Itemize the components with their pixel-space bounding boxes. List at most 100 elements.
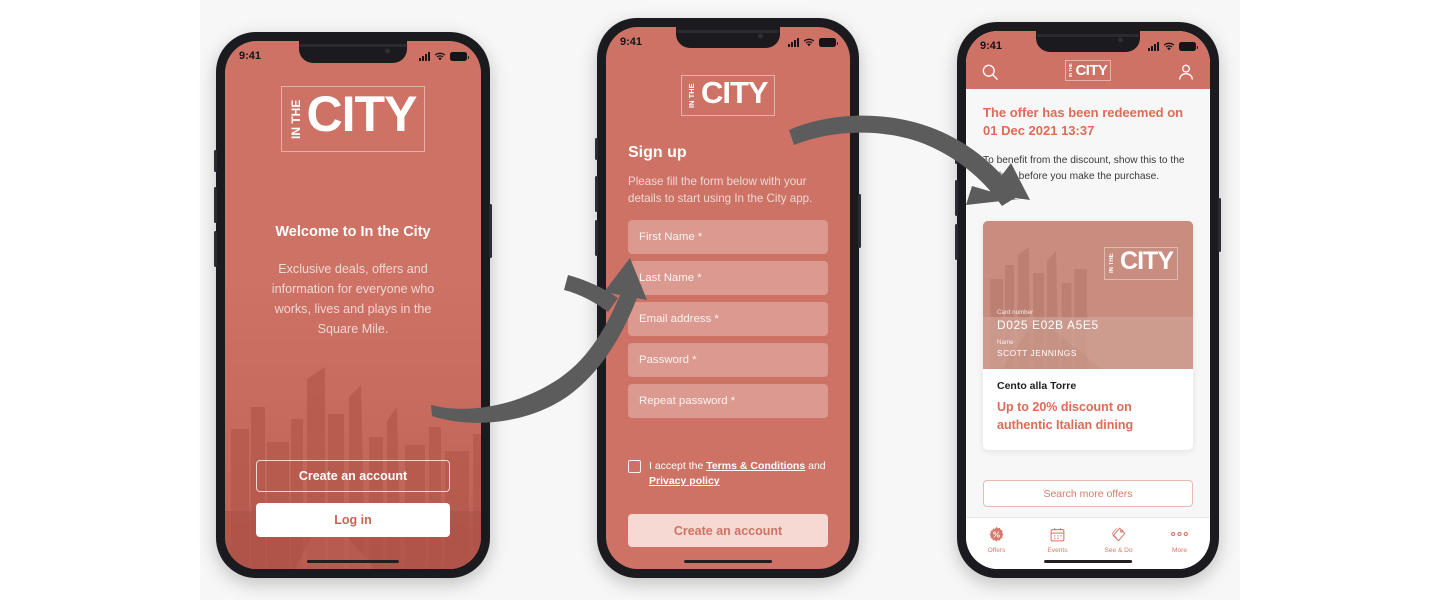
tab-events-label: Events <box>1047 547 1068 554</box>
redeemed-headline: The offer has been redeemed on 01 Dec 20… <box>983 105 1184 139</box>
search-more-offers-button[interactable]: Search more offers <box>983 480 1193 507</box>
power-button <box>858 194 861 248</box>
wifi-icon <box>1163 42 1175 50</box>
header-logo: IN THE CITY <box>1064 60 1112 81</box>
terms-join: and <box>805 460 826 472</box>
welcome-heading: Welcome to In the City <box>275 224 431 240</box>
offer-details: Cento alla Torre Up to 20% discount on a… <box>983 369 1193 450</box>
phone-mockup-redeemed: IN THE CITY 9:41 The offer has been rede… <box>955 22 1221 578</box>
app-logo: IN THE CITY <box>606 75 850 117</box>
silent-switch <box>955 142 958 164</box>
tab-see-and-do[interactable]: See & Do <box>1088 524 1149 554</box>
last-name-input[interactable]: Last Name * <box>628 261 828 295</box>
phone1-screen: 9:41 IN THE CITY Welcome to In the City … <box>225 41 481 569</box>
logo-box: IN THE CITY <box>280 86 426 152</box>
privacy-policy-link[interactable]: Privacy policy <box>649 475 720 487</box>
first-name-input[interactable]: First Name * <box>628 220 828 254</box>
home-indicator <box>306 559 400 563</box>
membership-card: IN THE CITY Card number D025 E02B A5E5 N… <box>983 221 1193 450</box>
earpiece-speaker <box>676 30 780 33</box>
search-icon[interactable] <box>980 62 1000 82</box>
percent-badge-icon <box>966 524 1027 544</box>
logo-city-text: CITY <box>1075 62 1108 79</box>
offer-description: Up to 20% discount on authentic Italian … <box>997 400 1134 432</box>
card-artwork: IN THE CITY Card number D025 E02B A5E5 N… <box>983 221 1193 369</box>
signal-icon <box>419 51 430 61</box>
volume-down-button <box>955 224 958 260</box>
signup-description: Please fill the form below with your det… <box>628 175 813 206</box>
phone-mockup-signup: 9:41 IN THE CITY Sign up Please fill the… <box>595 18 861 578</box>
tag-icon <box>1088 524 1149 544</box>
status-icons <box>1148 41 1198 51</box>
logo-in-the-text: IN THE <box>288 99 303 139</box>
log-in-button[interactable]: Log in <box>256 503 450 537</box>
wifi-icon <box>434 52 446 60</box>
offer-venue: Cento alla Torre <box>997 380 1077 392</box>
phone2-screen: 9:41 IN THE CITY Sign up Please fill the… <box>606 27 850 569</box>
logo-city-text: CITY <box>1120 247 1174 275</box>
front-camera-icon <box>384 48 390 54</box>
terms-text: I accept the Terms & Conditions and Priv… <box>649 459 832 489</box>
card-name-value: SCOTT JENNINGS <box>997 348 1077 358</box>
volume-up-button <box>955 180 958 216</box>
card-logo: IN THE CITY <box>1104 247 1178 282</box>
card-name-label: Name <box>997 339 1014 346</box>
app-logo: IN THE CITY <box>225 86 481 152</box>
card-details: Card number D025 E02B A5E5 Name SCOTT JE… <box>997 309 1099 358</box>
front-camera-icon <box>1118 37 1124 43</box>
status-icons <box>788 37 838 47</box>
wifi-icon <box>803 38 815 46</box>
signup-title: Sign up <box>628 144 687 161</box>
screenshot-canvas: 9:41 IN THE CITY Welcome to In the City … <box>0 0 1440 600</box>
logo-city-text: CITY <box>306 86 418 142</box>
tab-more-label: More <box>1171 547 1188 554</box>
earpiece-speaker <box>299 44 407 47</box>
terms-acceptance-row: I accept the Terms & Conditions and Priv… <box>628 459 832 489</box>
silent-switch <box>595 138 598 160</box>
tab-offers-label: Offers <box>987 547 1006 554</box>
earpiece-speaker <box>1036 34 1140 37</box>
password-input[interactable]: Password * <box>628 343 828 377</box>
welcome-subtext: Exclusive deals, offers and information … <box>271 262 435 336</box>
logo-in-the-text: IN THE <box>687 83 697 108</box>
battery-icon <box>1179 41 1198 51</box>
phone-mockup-welcome: 9:41 IN THE CITY Welcome to In the City … <box>214 32 492 578</box>
create-account-button[interactable]: Create an account <box>256 460 450 492</box>
volume-down-button <box>595 220 598 256</box>
power-button <box>489 204 492 258</box>
signal-icon <box>788 37 799 47</box>
terms-prefix: I accept the <box>649 460 707 472</box>
create-account-submit-button[interactable]: Create an account <box>628 514 828 547</box>
tab-more[interactable]: More <box>1149 524 1210 554</box>
silent-switch <box>214 150 217 172</box>
account-icon[interactable] <box>1176 62 1196 82</box>
home-indicator <box>684 559 772 563</box>
terms-checkbox[interactable] <box>628 460 641 473</box>
terms-conditions-link[interactable]: Terms & Conditions <box>706 460 805 472</box>
status-time: 9:41 <box>239 50 262 62</box>
ellipsis-icon <box>1149 524 1210 544</box>
email-input[interactable]: Email address * <box>628 302 828 336</box>
calendar-icon <box>1027 524 1088 544</box>
status-icons <box>419 51 469 61</box>
signup-form: First Name * Last Name * Email address *… <box>628 220 828 425</box>
tab-events[interactable]: Events <box>1027 524 1088 554</box>
repeat-password-input[interactable]: Repeat password * <box>628 384 828 418</box>
logo-in-the-text: IN THE <box>1109 253 1116 274</box>
tab-offers[interactable]: Offers <box>966 524 1027 554</box>
logo-in-the-text: IN THE <box>1067 63 1073 78</box>
card-number-label: Card number <box>997 309 1034 316</box>
home-indicator <box>1044 559 1132 563</box>
status-time: 9:41 <box>620 36 643 48</box>
volume-down-button <box>214 231 217 267</box>
signal-icon <box>1148 41 1159 51</box>
status-time: 9:41 <box>980 40 1003 52</box>
front-camera-icon <box>758 33 764 39</box>
battery-icon <box>450 51 469 61</box>
phone3-screen: IN THE CITY 9:41 The offer has been rede… <box>966 31 1210 569</box>
card-number-value: D025 E02B A5E5 <box>997 318 1099 332</box>
volume-up-button <box>214 187 217 223</box>
logo-box: IN THE CITY <box>681 75 775 116</box>
battery-icon <box>819 37 838 47</box>
logo-box: IN THE CITY <box>1104 247 1178 280</box>
